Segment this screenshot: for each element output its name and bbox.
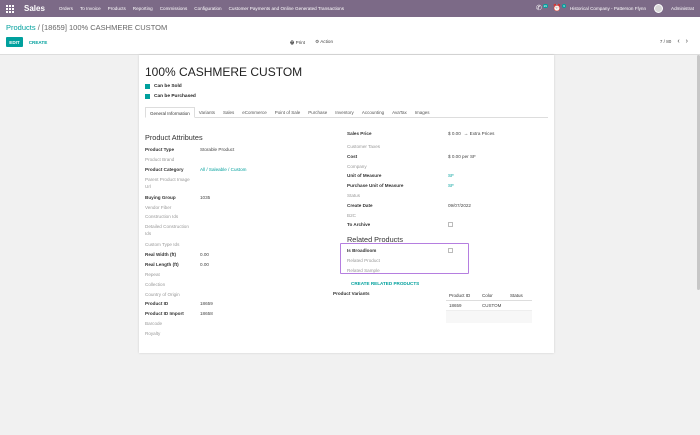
menu-configuration[interactable]: Configuration xyxy=(194,6,221,11)
form-sheet: 100% CASHMERE CUSTOM Can be Sold Can be … xyxy=(139,55,554,353)
field-country-of-origin: Country of Origin xyxy=(145,292,180,297)
field-product-brand: Product Brand xyxy=(145,157,175,162)
company-switcher[interactable]: Historical Company - Patterson Flynn xyxy=(570,6,646,11)
action-menu[interactable]: ⚙ Action xyxy=(315,39,333,47)
field-customer-taxes: Customer Taxes xyxy=(347,144,381,149)
product-title: 100% CASHMERE CUSTOM xyxy=(145,65,303,79)
edit-button[interactable]: EDIT xyxy=(6,37,23,47)
pager: 7 / 80 ‹ › xyxy=(660,38,688,45)
tab-avatax[interactable]: AvaTax xyxy=(388,107,411,118)
notebook-tabs: General Information Variants Sales eComm… xyxy=(145,107,548,118)
chat-icon[interactable]: ✆ 29 xyxy=(534,3,548,13)
col-status[interactable]: Status xyxy=(510,293,532,298)
tab-point-of-sale[interactable]: Point of Sale xyxy=(271,107,305,118)
field-product-id: Product ID 18659 xyxy=(145,301,213,306)
field-detailed-construction-ids: Detailed Construction Ids xyxy=(145,224,189,236)
product-variants-table: Product ID Color Status 18659 CUSTOM xyxy=(446,291,532,323)
field-b2c: B2C xyxy=(347,213,356,218)
menu-commissions[interactable]: Commissions xyxy=(160,6,188,11)
field-custom-type-ids: Custom Type Ids xyxy=(145,242,180,247)
can-be-sold-label: Can be Sold xyxy=(154,84,182,89)
print-icon: 🖶 xyxy=(290,40,295,45)
field-to-archive: To Archive xyxy=(347,222,453,227)
col-color[interactable]: Color xyxy=(482,293,510,298)
breadcrumb-products[interactable]: Products xyxy=(6,23,36,32)
col-product-id[interactable]: Product ID xyxy=(446,293,482,298)
highlight-box xyxy=(340,243,469,274)
field-vendor-fiber: Vendor Fiber xyxy=(145,205,172,210)
field-real-length: Real Length (ft) 0.00 xyxy=(145,262,209,267)
field-repeat: Repeat xyxy=(145,272,160,277)
table-header: Product ID Color Status xyxy=(446,291,532,301)
avatar[interactable] xyxy=(654,4,664,13)
gear-icon: ⚙ xyxy=(315,39,320,44)
activity-icon[interactable]: ⏰ 6 xyxy=(552,3,566,13)
main-menu: Orders To Invoice Products Reporting Com… xyxy=(59,6,344,11)
breadcrumb: Products / [18659] 100% CASHMERE CUSTOM xyxy=(6,23,167,32)
menu-reporting[interactable]: Reporting xyxy=(133,6,153,11)
field-company: Company xyxy=(347,164,367,169)
tab-sales[interactable]: Sales xyxy=(219,107,238,118)
to-archive-checkbox[interactable] xyxy=(448,222,453,227)
menu-to-invoice[interactable]: To Invoice xyxy=(80,6,101,11)
tab-purchase[interactable]: Purchase xyxy=(304,107,331,118)
user-menu[interactable]: Administrat xyxy=(671,6,694,11)
extra-prices-button[interactable]: → Extra Prices xyxy=(464,131,495,136)
apps-menu-icon[interactable] xyxy=(6,4,14,13)
tab-inventory[interactable]: Inventory xyxy=(331,107,358,118)
field-create-date: Create Date 09/07/2022 xyxy=(347,203,471,208)
field-barcode: Barcode xyxy=(145,321,163,326)
tab-general-information[interactable]: General Information xyxy=(145,107,195,118)
menu-customer-payments[interactable]: Customer Payments and Online Generated T… xyxy=(229,6,344,11)
breadcrumb-current: [18659] 100% CASHMERE CUSTOM xyxy=(41,23,168,32)
table-row[interactable]: 18659 CUSTOM xyxy=(446,301,532,311)
field-real-width: Real Width (ft) 0.00 xyxy=(145,252,209,257)
field-construction-ids: Construction Ids xyxy=(145,214,179,219)
tab-images[interactable]: Images xyxy=(411,107,434,118)
chat-badge: 29 xyxy=(542,3,548,8)
field-purchase-uom: Purchase Unit of Measure SF xyxy=(347,183,454,188)
product-variants-label-row: Product Variants xyxy=(333,291,370,296)
menu-orders[interactable]: Orders xyxy=(59,6,73,11)
can-be-purchased-checkbox[interactable] xyxy=(145,94,150,99)
top-navbar: Sales Orders To Invoice Products Reporti… xyxy=(0,0,700,17)
field-unit-of-measure: Unit of Measure SF xyxy=(347,173,454,178)
can-be-purchased-label: Can be Purchased xyxy=(154,94,196,99)
field-product-id-import: Product ID Import 18658 xyxy=(145,311,213,316)
tab-ecommerce[interactable]: eCommerce xyxy=(238,107,271,118)
field-product-type: Product Type Storable Product xyxy=(145,147,235,152)
action-bar: 🖶 Print ⚙ Action xyxy=(290,39,333,47)
print-menu[interactable]: 🖶 Print xyxy=(290,39,305,47)
field-sales-price: Sales Price $ 0.00 → Extra Prices xyxy=(347,131,495,136)
pager-prev-icon[interactable]: ‹ xyxy=(677,38,679,45)
field-collection: Collection xyxy=(145,282,166,287)
activity-badge: 6 xyxy=(562,3,566,8)
app-brand[interactable]: Sales xyxy=(24,4,45,13)
menu-products[interactable]: Products xyxy=(108,6,126,11)
field-status: Status xyxy=(347,193,361,198)
product-attributes-title: Product Attributes xyxy=(145,133,203,142)
control-panel: Products / [18659] 100% CASHMERE CUSTOM … xyxy=(0,17,700,55)
table-empty-row xyxy=(446,311,532,323)
create-button[interactable]: CREATE xyxy=(26,37,50,47)
field-parent-image-url: Parent Product Image Url xyxy=(145,177,190,189)
navbar-right: ✆ 29 ⏰ 6 Historical Company - Patterson Fl… xyxy=(534,3,694,13)
can-be-purchased-row: Can be Purchased xyxy=(145,94,196,99)
sales-price-input[interactable]: $ 0.00 xyxy=(448,131,461,136)
create-related-products-button[interactable]: CREATE RELATED PRODUCTS xyxy=(351,281,419,286)
tab-variants[interactable]: Variants xyxy=(195,107,219,118)
field-royalty: Royalty xyxy=(145,331,161,336)
field-product-category: Product Category All / Saleable / Custom xyxy=(145,167,247,172)
can-be-sold-row: Can be Sold xyxy=(145,84,182,89)
pager-next-icon[interactable]: › xyxy=(686,38,688,45)
can-be-sold-checkbox[interactable] xyxy=(145,84,150,89)
field-buying-group: Buying Group 1035 xyxy=(145,195,211,200)
tab-accounting[interactable]: Accounting xyxy=(358,107,388,118)
field-cost: Cost $ 0.00 per SF xyxy=(347,154,476,159)
pager-value[interactable]: 7 / 80 xyxy=(660,39,672,44)
breadcrumb-separator: / xyxy=(37,23,40,32)
